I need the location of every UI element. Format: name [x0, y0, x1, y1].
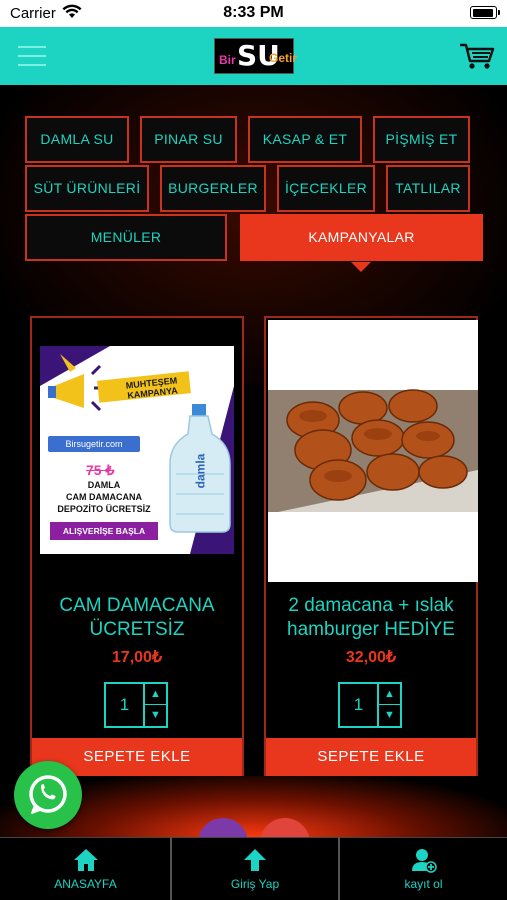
campaign-cta: ALIŞVERİŞE BAŞLA [50, 522, 158, 540]
product-name[interactable]: CAM DAMACANA ÜCRETSİZ [36, 594, 238, 642]
chevron-down-icon[interactable]: ▼ [143, 705, 166, 726]
chevron-down-icon[interactable]: ▼ [377, 705, 400, 726]
chevron-up-icon[interactable]: ▲ [143, 684, 166, 705]
product-image[interactable] [268, 320, 478, 582]
product-card: MUHTEŞEM KAMPANYA Birsugetir.com 75 ₺ DA… [30, 316, 244, 776]
add-to-cart-button[interactable]: SEPETE EKLE [266, 738, 476, 776]
category-tatlilar[interactable]: TATLILAR [386, 165, 470, 212]
campaign-line-1: DAMLA [87, 480, 121, 490]
app-header: Bir SU Getir [0, 27, 507, 85]
quantity-value[interactable]: 1 [106, 684, 143, 726]
arrow-up-icon [244, 849, 266, 871]
campaign-site-text: Birsugetir.com [48, 436, 140, 452]
quantity-stepper[interactable]: 1 ▲ ▼ [338, 682, 402, 728]
category-pismis-et[interactable]: PİŞMİŞ ET [373, 116, 470, 163]
logo-bir: Bir [219, 53, 236, 67]
category-menuler[interactable]: MENÜLER [25, 214, 227, 261]
tab-giris-yap[interactable]: Giriş Yap [171, 837, 339, 900]
quantity-stepper[interactable]: 1 ▲ ▼ [104, 682, 168, 728]
hamburger-photo [268, 320, 478, 582]
status-bar: Carrier 8:33 PM [0, 0, 507, 27]
active-category-pointer [351, 262, 371, 272]
clock: 8:33 PM [223, 4, 284, 21]
whatsapp-button[interactable] [14, 761, 82, 829]
add-user-icon [411, 849, 437, 873]
tab-label: kayıt ol [404, 877, 443, 891]
quantity-value[interactable]: 1 [340, 684, 377, 726]
product-name[interactable]: 2 damacana + ıslak hamburger HEDİYE [270, 594, 472, 642]
category-damla-su[interactable]: DAMLA SU [25, 116, 129, 163]
chevron-up-icon[interactable]: ▲ [377, 684, 400, 705]
menu-icon[interactable] [18, 46, 46, 66]
home-icon [73, 849, 98, 871]
category-burgerler[interactable]: BURGERLER [160, 165, 266, 212]
category-sut-urunleri[interactable]: SÜT ÜRÜNLERİ [25, 165, 149, 212]
battery-icon [470, 6, 500, 19]
product-card: 2 damacana + ıslak hamburger HEDİYE 32,0… [264, 316, 478, 776]
category-kasap-et[interactable]: KASAP & ET [248, 116, 362, 163]
bottle-brand-text: damla [193, 453, 208, 489]
tab-label: ANASAYFA [54, 877, 117, 891]
campaign-old-price: 75 ₺ [86, 462, 115, 478]
product-price: 17,00₺ [111, 649, 163, 666]
cart-icon[interactable] [459, 42, 495, 70]
campaign-line-2: CAM DAMACANA [66, 492, 142, 502]
tab-label: Giriş Yap [230, 877, 280, 891]
category-icecekler[interactable]: İÇECEKLER [277, 165, 375, 212]
whatsapp-icon [29, 775, 67, 814]
logo-getir: Getir [269, 51, 298, 65]
category-pinar-su[interactable]: PINAR SU [140, 116, 237, 163]
category-kampanyalar[interactable]: KAMPANYALAR [240, 214, 483, 261]
campaign-line-3: DEPOZİTO ÜCRETSİZ [57, 504, 151, 514]
tab-anasayfa[interactable]: ANASAYFA [0, 837, 171, 900]
product-price: 32,00₺ [345, 649, 397, 666]
tab-kayit-ol[interactable]: kayıt ol [340, 837, 507, 900]
product-image[interactable]: MUHTEŞEM KAMPANYA Birsugetir.com 75 ₺ DA… [40, 346, 234, 554]
app-logo[interactable]: Bir SU Getir [214, 38, 298, 74]
